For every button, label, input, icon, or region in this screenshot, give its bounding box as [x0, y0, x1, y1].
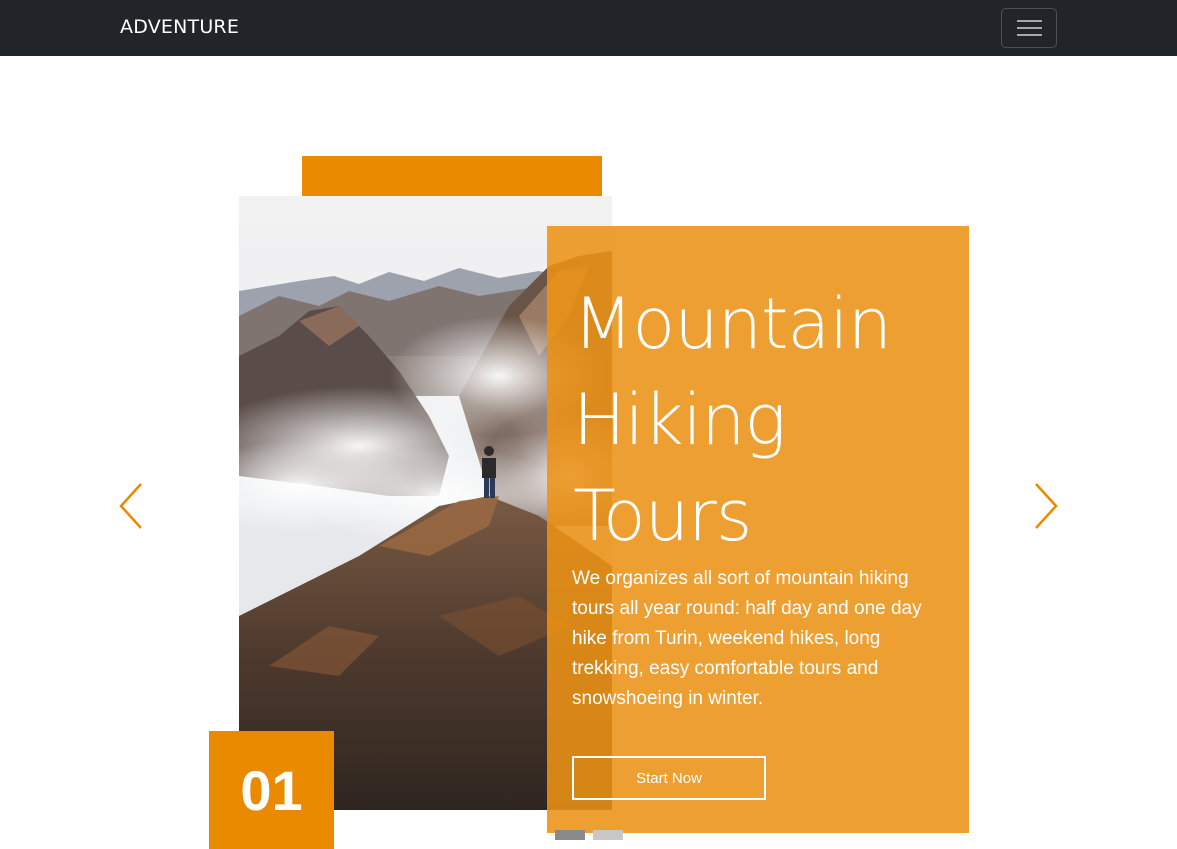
slide-caption: Mountain Hiking Tours We organizes all s…: [547, 226, 969, 833]
navbar: ADVENTURE: [0, 0, 1177, 56]
brand-link[interactable]: ADVENTURE: [120, 16, 239, 38]
carousel-next-button[interactable]: [1030, 482, 1060, 530]
slide-title: Mountain Hiking Tours: [573, 276, 953, 564]
carousel-prev-button[interactable]: [117, 482, 147, 530]
hamburger-menu-icon: [1017, 20, 1042, 22]
hamburger-menu-icon-bar: [1017, 34, 1042, 36]
accent-strip: [302, 156, 602, 196]
slide-title-line: Mountain: [573, 283, 892, 365]
chevron-right-icon: [1035, 483, 1058, 529]
carousel-indicators: [555, 830, 623, 840]
navbar-toggler-button[interactable]: [1001, 8, 1057, 48]
carousel-indicator-2[interactable]: [593, 830, 623, 840]
carousel-indicator-1[interactable]: [555, 830, 585, 840]
slide-description: We organizes all sort of mountain hiking…: [572, 568, 922, 709]
chevron-left-icon: [119, 483, 142, 529]
slide-title-line: Tours: [573, 475, 752, 557]
slide-number-badge: 01: [209, 731, 334, 849]
slide-title-line: Hiking: [573, 379, 786, 461]
hamburger-menu-icon-bar: [1017, 27, 1042, 29]
start-now-button[interactable]: Start Now: [572, 756, 766, 800]
